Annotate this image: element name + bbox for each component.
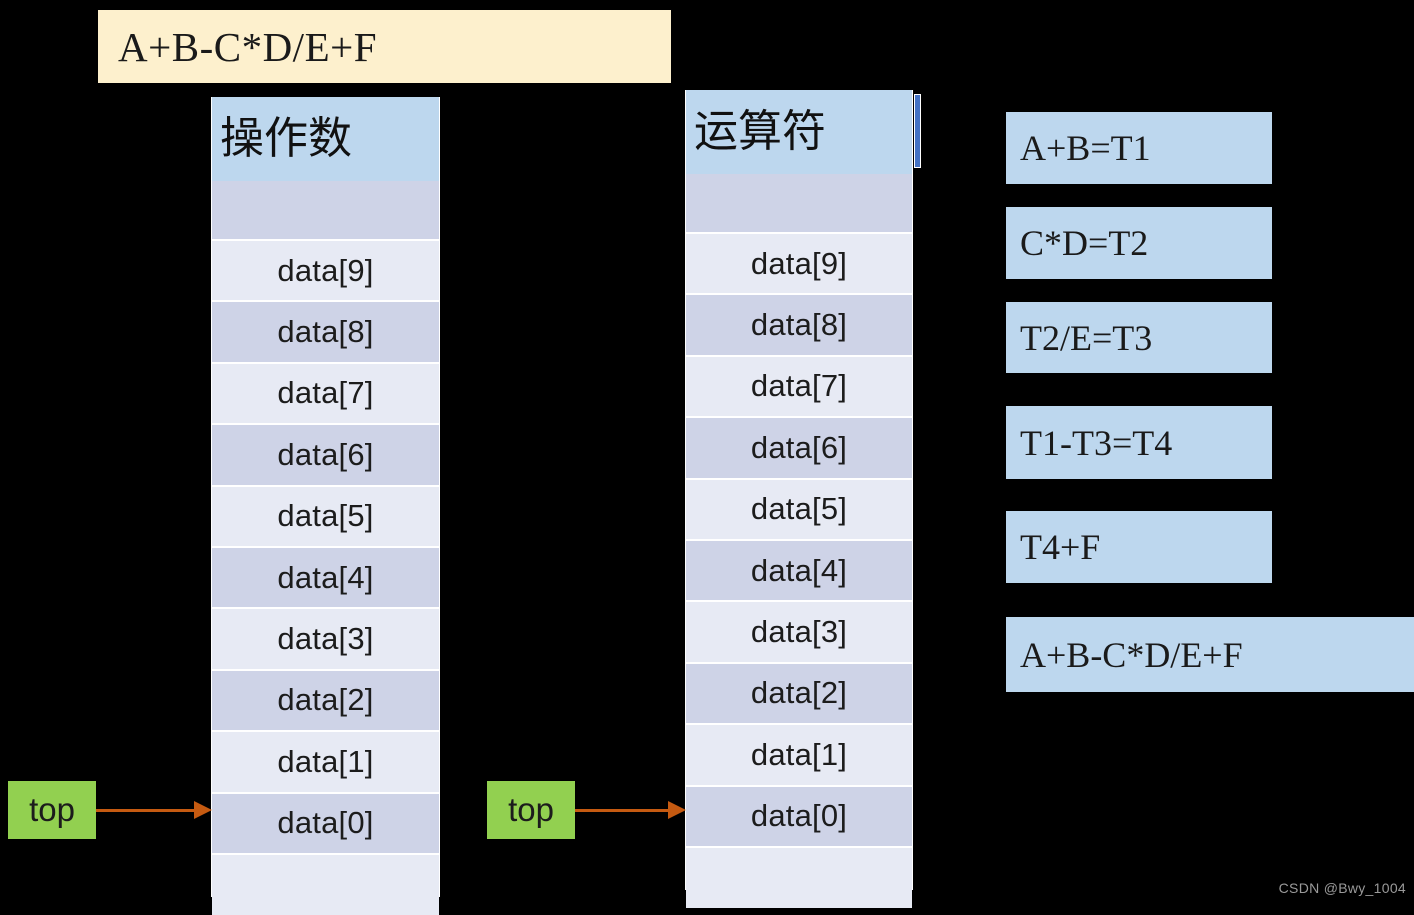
stack-cell[interactable]: data[8] xyxy=(686,295,912,355)
expression-text: A+B-C*D/E+F xyxy=(118,23,378,70)
stack-cell[interactable] xyxy=(212,181,439,239)
result-step-box[interactable]: A+B-C*D/E+F xyxy=(1006,617,1414,692)
stack-cell[interactable]: data[6] xyxy=(686,418,912,478)
stack-cell[interactable]: data[9] xyxy=(686,234,912,294)
stack-cell-label: data[4] xyxy=(277,559,374,595)
stack-cell[interactable]: data[6] xyxy=(212,425,439,485)
stack-cell-label: data[3] xyxy=(277,621,374,657)
stack-cell-label: data[9] xyxy=(750,245,848,281)
stack-cell[interactable]: data[1] xyxy=(686,725,912,785)
result-step-text: C*D=T2 xyxy=(1020,223,1149,263)
result-step-text: T2/E=T3 xyxy=(1020,317,1153,358)
stack-cell-label: data[6] xyxy=(750,429,848,465)
result-step-box[interactable]: T2/E=T3 xyxy=(1006,302,1272,373)
stack-cell[interactable]: data[4] xyxy=(686,540,912,601)
stack-cell[interactable]: data[7] xyxy=(686,356,912,417)
stack-header-label: 运算符 xyxy=(694,107,826,156)
result-step-box[interactable]: A+B=T1 xyxy=(1006,112,1272,184)
stack-cell[interactable]: data[2] xyxy=(212,670,439,731)
stack-cell-label: data[7] xyxy=(750,368,848,404)
stack-cell[interactable]: data[5] xyxy=(212,486,439,546)
stack-cell[interactable]: data[1] xyxy=(212,732,439,792)
result-step-box[interactable]: C*D=T2 xyxy=(1006,207,1272,279)
stack-cell-label: data[1] xyxy=(277,743,374,779)
stack-cell[interactable]: data[5] xyxy=(686,479,912,539)
stack-cell-label: data[8] xyxy=(750,307,848,343)
stack-cell[interactable] xyxy=(212,854,439,915)
stack-cell-label: data[2] xyxy=(277,682,374,718)
stack-cell-label: data[5] xyxy=(750,491,848,527)
result-step-text: A+B-C*D/E+F xyxy=(1020,634,1243,675)
top-pointer-operators: top xyxy=(487,781,686,839)
stack-column-operators[interactable]: 运算符 data[9] data[8] data[7] data[6] data… xyxy=(685,90,921,908)
result-step-box[interactable]: T4+F xyxy=(1006,511,1272,583)
stack-cell[interactable]: data[0] xyxy=(686,786,912,846)
stack-cell-label: data[8] xyxy=(277,314,374,350)
top-label-text: top xyxy=(29,791,75,828)
stack-cell-label: data[5] xyxy=(277,498,374,534)
stack-cell[interactable]: data[2] xyxy=(686,663,912,724)
selection-handle[interactable] xyxy=(914,94,921,168)
stack-cell-label: data[0] xyxy=(750,798,848,834)
stack-cell-label: data[1] xyxy=(750,736,848,772)
top-label-box[interactable]: top xyxy=(487,781,575,839)
stack-cell[interactable] xyxy=(686,174,912,232)
result-step-text: A+B=T1 xyxy=(1020,128,1151,168)
top-label-box[interactable]: top xyxy=(8,781,96,839)
stack-cell[interactable] xyxy=(686,847,912,908)
stack-header-operators[interactable]: 运算符 xyxy=(686,90,921,174)
stack-cell[interactable]: data[8] xyxy=(212,302,439,362)
watermark: CSDN @Bwy_1004 xyxy=(1278,880,1406,896)
stack-cell[interactable]: data[4] xyxy=(212,547,439,608)
stack-cell[interactable]: data[7] xyxy=(212,363,439,424)
stack-cell[interactable]: data[0] xyxy=(212,793,439,853)
arrow-head-icon xyxy=(668,801,686,819)
stack-cell-label: data[3] xyxy=(750,614,848,650)
result-step-box[interactable]: T1-T3=T4 xyxy=(1006,406,1272,479)
arrow-line-icon xyxy=(96,809,194,812)
arrow-head-icon xyxy=(194,801,212,819)
result-step-text: T1-T3=T4 xyxy=(1020,422,1173,463)
stack-cell-label: data[4] xyxy=(750,552,848,588)
stack-header-label: 操作数 xyxy=(220,114,352,163)
stack-cell[interactable]: data[3] xyxy=(212,609,439,669)
stack-cell-label: data[0] xyxy=(277,805,374,841)
stack-cell-label: data[2] xyxy=(750,675,848,711)
top-pointer-operands: top xyxy=(8,781,212,839)
arrow-line-icon xyxy=(575,809,668,812)
stack-cell[interactable]: data[3] xyxy=(686,602,912,662)
expression-box: A+B-C*D/E+F xyxy=(98,10,671,83)
stack-header-operands[interactable]: 操作数 xyxy=(212,97,439,181)
stack-cell[interactable]: data[9] xyxy=(212,241,439,301)
top-label-text: top xyxy=(508,791,554,828)
stack-cell-label: data[7] xyxy=(277,375,374,411)
stack-cell-label: data[9] xyxy=(277,252,374,288)
stack-cell-label: data[6] xyxy=(277,436,374,472)
stack-column-operands[interactable]: 操作数 data[9] data[8] data[7] data[6] data… xyxy=(211,97,440,915)
result-step-text: T4+F xyxy=(1020,527,1101,567)
